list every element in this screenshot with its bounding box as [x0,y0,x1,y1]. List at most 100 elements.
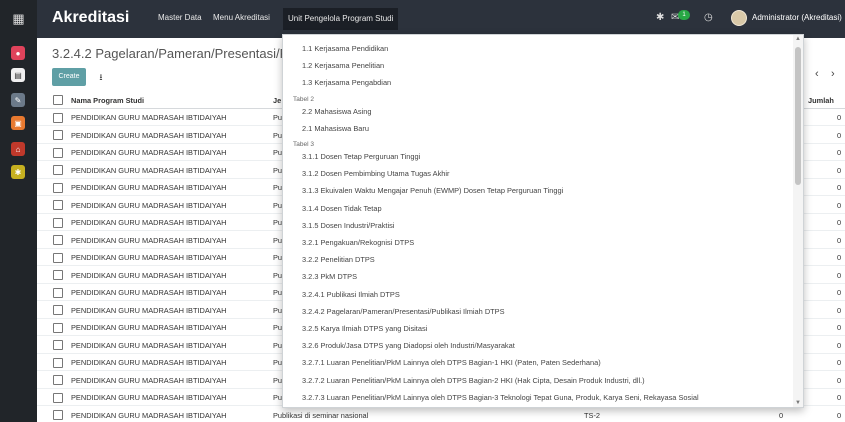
user-menu[interactable]: Administrator (Akreditasi) [752,13,842,22]
column-header-prodi[interactable]: Nama Program Studi [71,96,144,105]
row-checkbox[interactable] [53,375,63,385]
pager-prev-button[interactable]: ‹ [815,68,819,80]
cell-prodi: PENDIDIKAN GURU MADRASAH IBTIDAIYAH [71,218,227,227]
download-icon[interactable]: ⭳ [92,68,110,86]
notification-badge: 1 [678,10,690,20]
dropdown-menu-item[interactable]: 2.2 Mahasiswa Asing [302,107,371,116]
row-checkbox[interactable] [53,235,63,245]
dropdown-menu-item[interactable]: 3.2.6 Produk/Jasa DTPS yang Diadopsi ole… [302,341,515,350]
dropdown-menu-item[interactable]: 3.2.1 Pengakuan/Rekognisi DTPS [302,238,414,247]
dropdown-menu-item[interactable]: 3.2.7.2 Luaran Penelitian/PkM Lainnya ol… [302,376,645,385]
row-checkbox[interactable] [53,270,63,280]
cell-prodi: PENDIDIKAN GURU MADRASAH IBTIDAIYAH [71,270,227,280]
cell-jumlah: 0 [837,270,842,280]
scroll-down-icon[interactable]: ▼ [795,400,801,406]
dropdown-menu-item[interactable]: 3.2.7.3 Luaran Penelitian/PkM Lainnya ol… [302,393,699,402]
cell-jenis: Pu [273,375,283,385]
cell-jumlah: 0 [837,130,842,140]
row-checkbox[interactable] [53,392,63,403]
row-checkbox[interactable] [53,112,63,123]
cell-jumlah: 0 [837,305,842,315]
cell-jenis: Pu [273,200,283,210]
graph-icon[interactable]: ⌂ [11,142,25,156]
cell-jumlah: 0 [837,393,842,402]
table-row[interactable]: PENDIDIKAN GURU MADRASAH IBTIDAIYAH Publi… [37,406,845,422]
cell-jumlah: 0 [837,410,842,420]
cell-prodi: PENDIDIKAN GURU MADRASAH IBTIDAIYAH [71,165,227,175]
row-checkbox[interactable] [53,305,63,315]
dropdown-menu-item[interactable]: 3.1.1 Dosen Tetap Perguruan Tinggi [302,152,420,161]
row-checkbox[interactable] [53,147,63,158]
cell-prodi: PENDIDIKAN GURU MADRASAH IBTIDAIYAH [71,393,227,402]
document-icon[interactable]: ▤ [11,68,25,82]
dropdown-menu-item[interactable]: 1.3 Kerjasama Pengabdian [302,78,391,87]
menu-unit-pengelola[interactable]: Unit Pengelola Program Studi [283,8,399,30]
row-checkbox[interactable] [53,165,63,175]
top-navbar: Akreditasi Master Data Menu Akreditasi U… [37,0,845,38]
row-checkbox[interactable] [53,357,63,368]
cell-jumlah: 0 [837,323,842,332]
dropdown-menu-item[interactable]: 3.1.4 Dosen Tidak Tetap [302,204,382,213]
dropdown-menu-item[interactable]: 2.1 Mahasiswa Baru [302,124,369,133]
dropdown-menu-item[interactable]: 3.2.7.1 Luaran Penelitian/PkM Lainnya ol… [302,358,601,367]
cell-value: 0 [779,410,784,420]
cell-prodi: PENDIDIKAN GURU MADRASAH IBTIDAIYAH [71,288,227,297]
column-header-jumlah[interactable]: Jumlah [808,96,834,105]
row-checkbox[interactable] [53,252,63,263]
row-checkbox[interactable] [53,410,63,420]
row-checkbox[interactable] [53,340,63,350]
chat-icon[interactable]: ● [11,46,25,60]
dropdown-menu-item[interactable]: 3.2.4.2 Pagelaran/Pameran/Presentasi/Pub… [302,307,505,316]
dropdown-menu-item[interactable]: 3.2.3 PkM DTPS [302,272,357,281]
row-checkbox[interactable] [53,322,63,333]
row-checkbox[interactable] [53,130,63,140]
menu-akreditasi[interactable]: Menu Akreditasi [213,13,270,22]
cell-jenis: Pu [273,165,283,175]
avatar[interactable] [731,10,747,26]
clock-icon[interactable]: ◷ [704,12,713,23]
cell-prodi: PENDIDIKAN GURU MADRASAH IBTIDAIYAH [71,148,227,157]
cell-jenis: Pu [273,340,283,350]
tag-icon[interactable]: ✎ [11,93,25,107]
app-brand[interactable]: Akreditasi [52,9,129,27]
cell-prodi: PENDIDIKAN GURU MADRASAH IBTIDAIYAH [71,323,227,332]
create-button[interactable]: Create [52,68,86,86]
cell-prodi: PENDIDIKAN GURU MADRASAH IBTIDAIYAH [71,130,227,140]
dropdown-menu-item[interactable]: 3.1.3 Ekuivalen Waktu Mengajar Penuh (EW… [302,186,563,195]
unit-pengelola-dropdown: 1.1 Kerjasama Pendidikan 1.2 Kerjasama Pe… [282,34,804,408]
dropdown-menu-item[interactable]: 3.2.4.1 Publikasi Ilmiah DTPS [302,290,400,299]
cell-jenis: Pu [273,358,283,367]
scrollbar-thumb[interactable] [795,47,801,185]
cell-jenis: Pu [273,218,283,227]
dropdown-menu-item[interactable]: 1.2 Kerjasama Penelitian [302,61,384,70]
dropdown-menu-item[interactable]: 3.1.5 Dosen Industri/Praktisi [302,221,394,230]
cell-jenis: Pu [273,148,283,157]
cell-jenis: Pu [273,130,283,140]
dropdown-scrollbar[interactable]: ▲ ▼ [793,35,803,407]
row-checkbox[interactable] [53,217,63,228]
select-all-checkbox[interactable] [53,95,63,105]
cell-prodi: PENDIDIKAN GURU MADRASAH IBTIDAIYAH [71,113,227,122]
cell-jenis: Pu [273,270,283,280]
menu-master-data[interactable]: Master Data [158,13,202,22]
apps-grid-icon[interactable]: ▦ [0,0,37,38]
cell-jumlah: 0 [837,113,842,122]
cell-jumlah: 0 [837,358,842,367]
column-header-jenis[interactable]: Je [273,96,281,105]
bug-icon[interactable]: ✱ [656,12,664,23]
row-checkbox[interactable] [53,200,63,210]
row-checkbox[interactable] [53,182,63,193]
scroll-up-icon[interactable]: ▲ [795,36,801,42]
dropdown-menu-item[interactable]: 3.2.5 Karya Ilmiah DTPS yang Disitasi [302,324,427,333]
dropdown-menu-item[interactable]: 3.1.2 Dosen Pembimbing Utama Tugas Akhir [302,169,449,178]
row-checkbox[interactable] [53,287,63,298]
settings-icon[interactable]: ✱ [11,165,25,179]
cell-prodi: PENDIDIKAN GURU MADRASAH IBTIDAIYAH [71,305,227,315]
dropdown-section-header: Tabel 3 [293,141,314,148]
cell-prodi: PENDIDIKAN GURU MADRASAH IBTIDAIYAH [71,200,227,210]
cell-prodi: PENDIDIKAN GURU MADRASAH IBTIDAIYAH [71,235,227,245]
dropdown-menu-item[interactable]: 3.2.2 Penelitian DTPS [302,255,375,264]
calendar-icon[interactable]: ▣ [11,116,25,130]
dropdown-menu-item[interactable]: 1.1 Kerjasama Pendidikan [302,44,388,53]
pager-next-button[interactable]: › [831,68,835,80]
